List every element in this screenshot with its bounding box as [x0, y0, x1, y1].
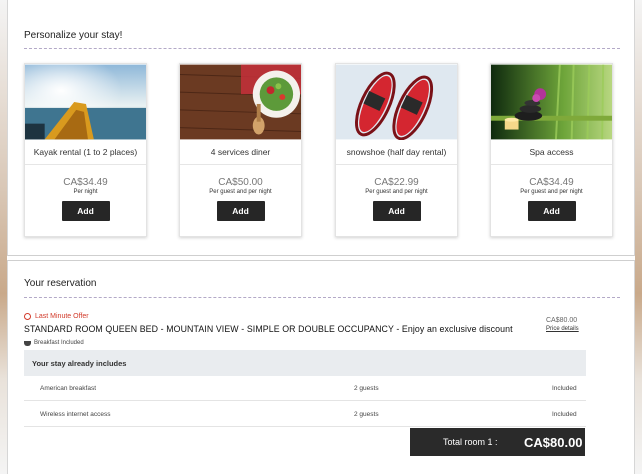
add-button-spa[interactable]: Add — [527, 201, 576, 221]
includes-header: Your stay already includes — [24, 350, 586, 376]
addon-price: CA$34.49 — [529, 177, 574, 188]
addon-price-unit: Per guest and per night — [365, 189, 428, 195]
clock-icon — [24, 313, 31, 320]
addon-card-spa: Spa access CA$34.49 Per guest and per ni… — [490, 63, 613, 237]
kayak-photo — [25, 64, 146, 140]
addon-price-unit: Per guest and per night — [209, 189, 272, 195]
add-button-kayak[interactable]: Add — [61, 201, 110, 221]
add-button-dinner[interactable]: Add — [216, 201, 265, 221]
breakfast-included: Breakfast Included — [24, 340, 84, 346]
last-minute-offer: Last Minute Offer — [24, 313, 89, 320]
include-status: Included — [552, 385, 577, 392]
background-edge-left — [0, 0, 7, 474]
room-title: STANDARD ROOM QUEEN BED - MOUNTAIN VIEW … — [24, 324, 513, 334]
snowshoe-photo — [336, 64, 457, 140]
reservation-panel: Your reservation Last Minute Offer STAND… — [7, 260, 635, 474]
divider — [24, 48, 620, 49]
addon-name: 4 services diner — [180, 140, 301, 165]
addon-name: Kayak rental (1 to 2 places) — [25, 140, 146, 165]
addon-price: CA$22.99 — [374, 177, 419, 188]
include-item: Wireless internet access — [40, 411, 111, 418]
addon-price: CA$34.49 — [63, 177, 108, 188]
coffee-cup-icon — [24, 340, 31, 346]
personalize-title: Personalize your stay! — [24, 30, 123, 41]
add-button-snowshoe[interactable]: Add — [372, 201, 421, 221]
price-details-link[interactable]: Price details — [546, 326, 579, 332]
addon-price-unit: Per night — [73, 189, 98, 195]
total-label: Total room 1 : — [443, 437, 498, 447]
page: Personalize your stay! Kayak rental (1 t… — [0, 0, 642, 474]
total-value: CA$80.00 — [524, 434, 583, 450]
addon-card-dinner: 4 services diner CA$50.00 Per guest and … — [179, 63, 302, 237]
background-edge-right — [635, 0, 642, 474]
personalize-panel: Personalize your stay! Kayak rental (1 t… — [7, 0, 635, 256]
dinner-photo — [180, 64, 301, 140]
include-guests: 2 guests — [354, 385, 379, 392]
addon-name: snowshoe (half day rental) — [336, 140, 457, 165]
spa-photo — [491, 64, 612, 140]
include-status: Included — [552, 411, 577, 418]
divider — [24, 297, 620, 298]
addon-card-kayak: Kayak rental (1 to 2 places) CA$34.49 Pe… — [24, 63, 147, 237]
room-price: CA$80.00 — [546, 317, 578, 324]
total-bar: Total room 1 : CA$80.00 — [410, 428, 585, 456]
offer-label: Last Minute Offer — [35, 313, 89, 320]
table-row: American breakfast 2 guests Included — [24, 376, 586, 401]
addon-card-snowshoe: snowshoe (half day rental) CA$22.99 Per … — [335, 63, 458, 237]
reservation-title: Your reservation — [24, 278, 97, 289]
table-row: Wireless internet access 2 guests Includ… — [24, 402, 586, 427]
include-item: American breakfast — [40, 385, 96, 392]
addon-price: CA$50.00 — [218, 177, 263, 188]
breakfast-label: Breakfast Included — [34, 340, 84, 346]
include-guests: 2 guests — [354, 411, 379, 418]
addon-name: Spa access — [491, 140, 612, 165]
addon-price-unit: Per guest and per night — [520, 189, 583, 195]
